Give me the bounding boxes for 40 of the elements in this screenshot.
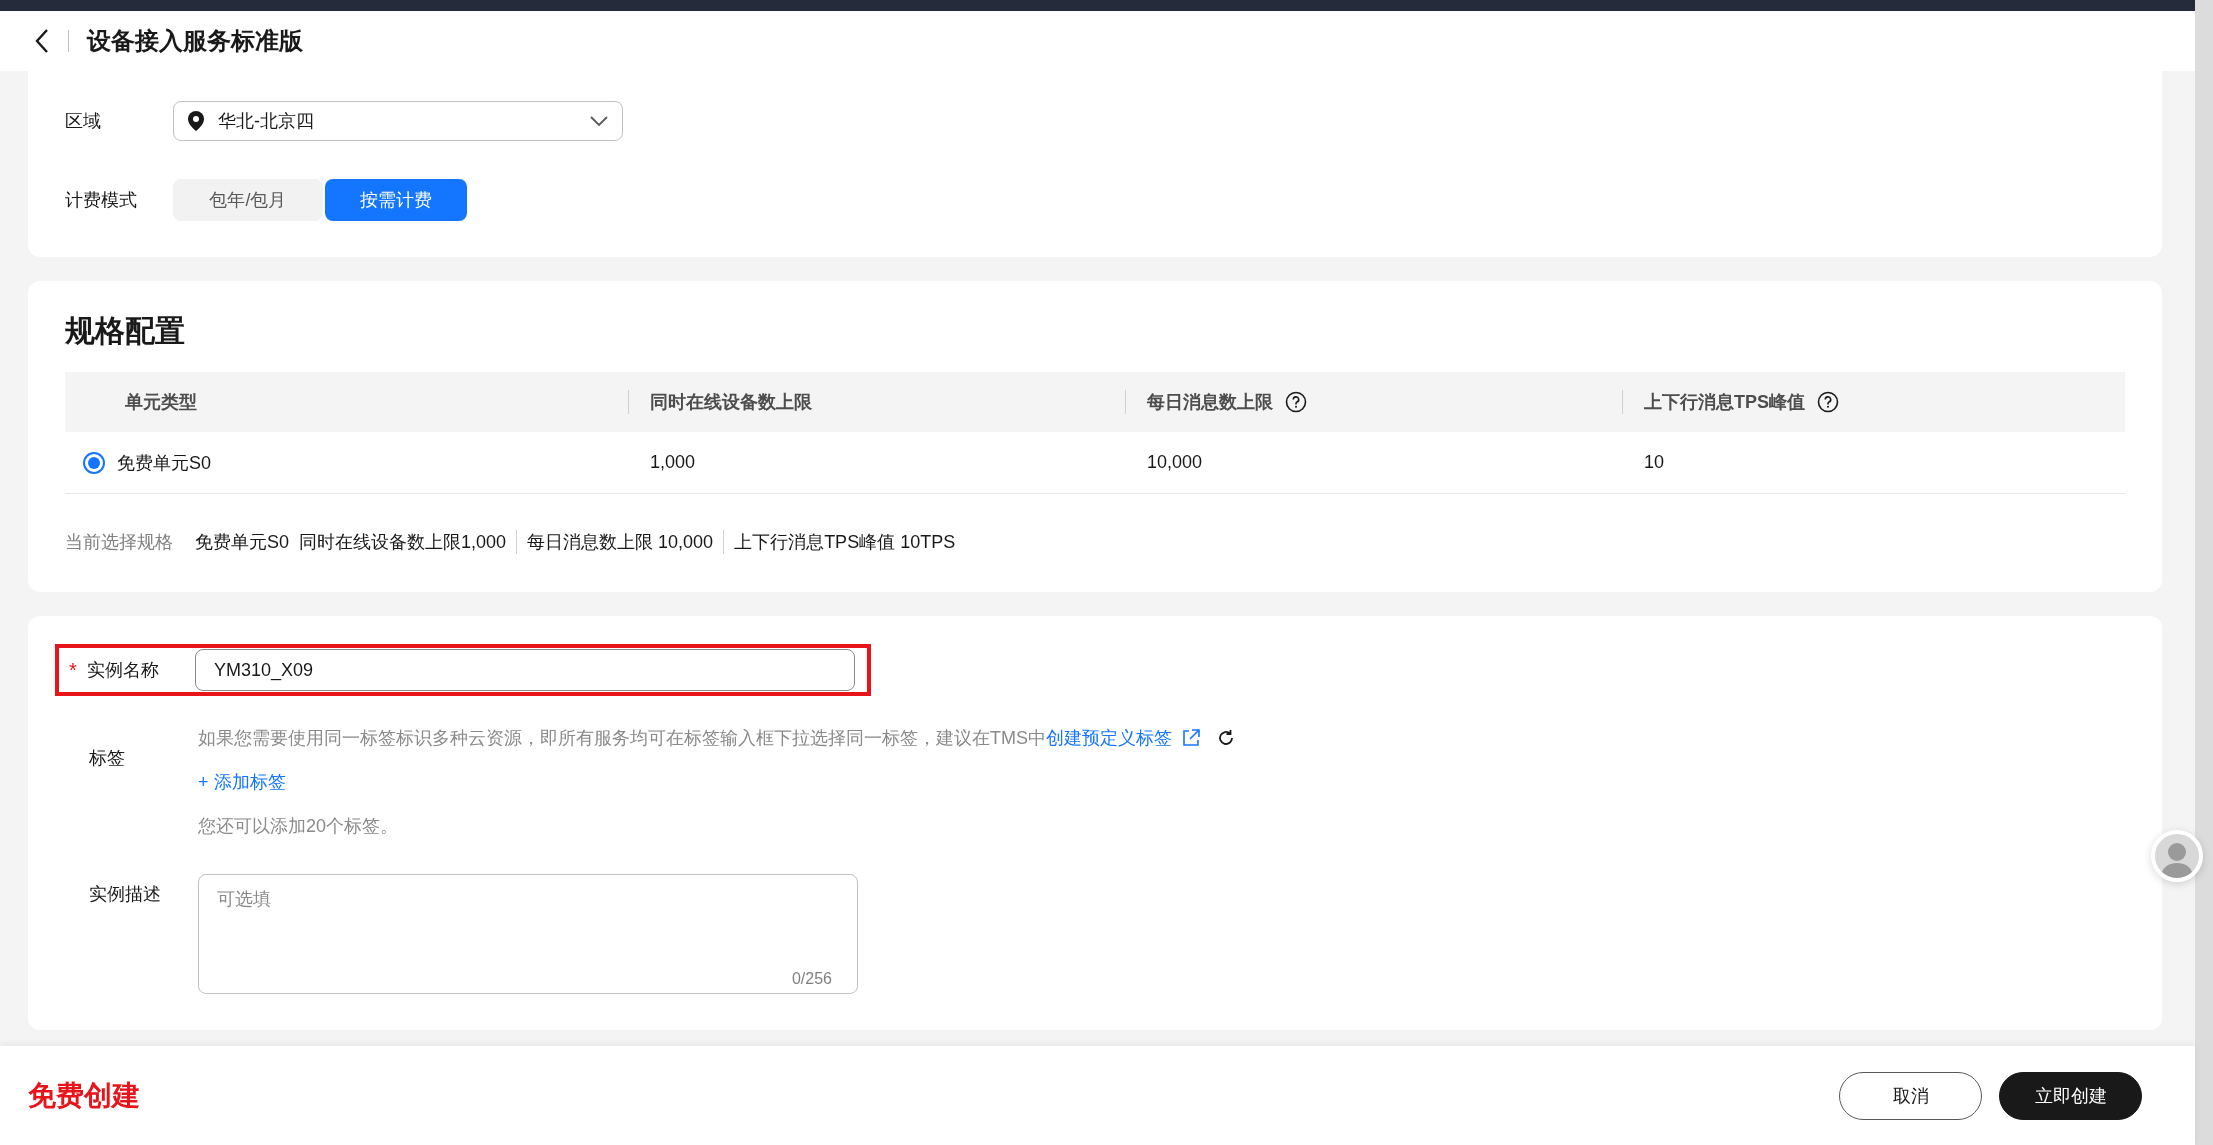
summary-item: 免费单元S0 同时在线设备数上限1,000 xyxy=(195,531,508,555)
field-label: 区域 xyxy=(65,110,102,134)
location-pin-icon xyxy=(188,111,204,132)
field-label: 实例名称 xyxy=(87,659,160,683)
cancel-button[interactable]: 取消 xyxy=(1839,1071,1982,1120)
table-cell: 1,000 xyxy=(650,452,696,474)
radio-button[interactable] xyxy=(83,451,105,474)
help-icon[interactable] xyxy=(1817,391,1839,414)
section-title: 规格配置 xyxy=(65,313,186,350)
column-title: 单元类型 xyxy=(125,391,197,415)
required-mark: * xyxy=(69,658,78,682)
chevron-down-icon xyxy=(590,116,608,127)
summary-label: 当前选择规格 xyxy=(65,531,173,555)
price-text: 免费创建 xyxy=(28,1078,141,1113)
billing-option[interactable]: 按需计费 xyxy=(325,179,467,222)
table-cell-text: 免费单元S0 xyxy=(117,451,212,475)
column-title: 同时在线设备数上限 xyxy=(650,391,812,415)
summary-item: 每日消息数上限 10,000 xyxy=(516,530,724,555)
field-label: 计费模式 xyxy=(65,189,138,213)
table-cell: 10 xyxy=(1644,452,1665,474)
back-icon[interactable] xyxy=(34,28,50,55)
tag-count-text: 您还可以添加20个标签。 xyxy=(198,815,400,839)
field-label: 标签 xyxy=(88,747,126,771)
create-button[interactable]: 立即创建 xyxy=(1999,1071,2142,1120)
table-cell: 10,000 xyxy=(1147,452,1203,474)
help-icon[interactable] xyxy=(1285,391,1307,414)
field-label: 实例描述 xyxy=(88,883,162,907)
instance-name-field[interactable]: YM310_X09 xyxy=(195,649,855,692)
billing-option[interactable]: 包年/包月 xyxy=(173,179,323,222)
summary-item: 上下行消息TPS峰值 10TPS xyxy=(723,530,966,555)
external-link-icon[interactable] xyxy=(1182,729,1200,748)
column-title: 上下行消息TPS峰值 xyxy=(1644,391,1805,415)
character-counter: 0/256 xyxy=(791,970,832,989)
region-value: 华北-北京四 xyxy=(218,110,315,134)
page-title: 设备接入服务标准版 xyxy=(87,26,303,57)
create-tag-link[interactable]: 创建预定义标签 xyxy=(1046,726,1172,751)
hint-text: 如果您需要使用同一标签标识多种云资源，即所有服务均可在标签输入框下拉选择同一标签，建议在TMS中 xyxy=(198,727,1046,751)
add-tag-link[interactable]: + 添加标签 xyxy=(198,770,286,795)
region-select[interactable]: 华北-北京四 xyxy=(173,101,623,142)
column-title: 每日消息数上限 xyxy=(1147,391,1273,415)
